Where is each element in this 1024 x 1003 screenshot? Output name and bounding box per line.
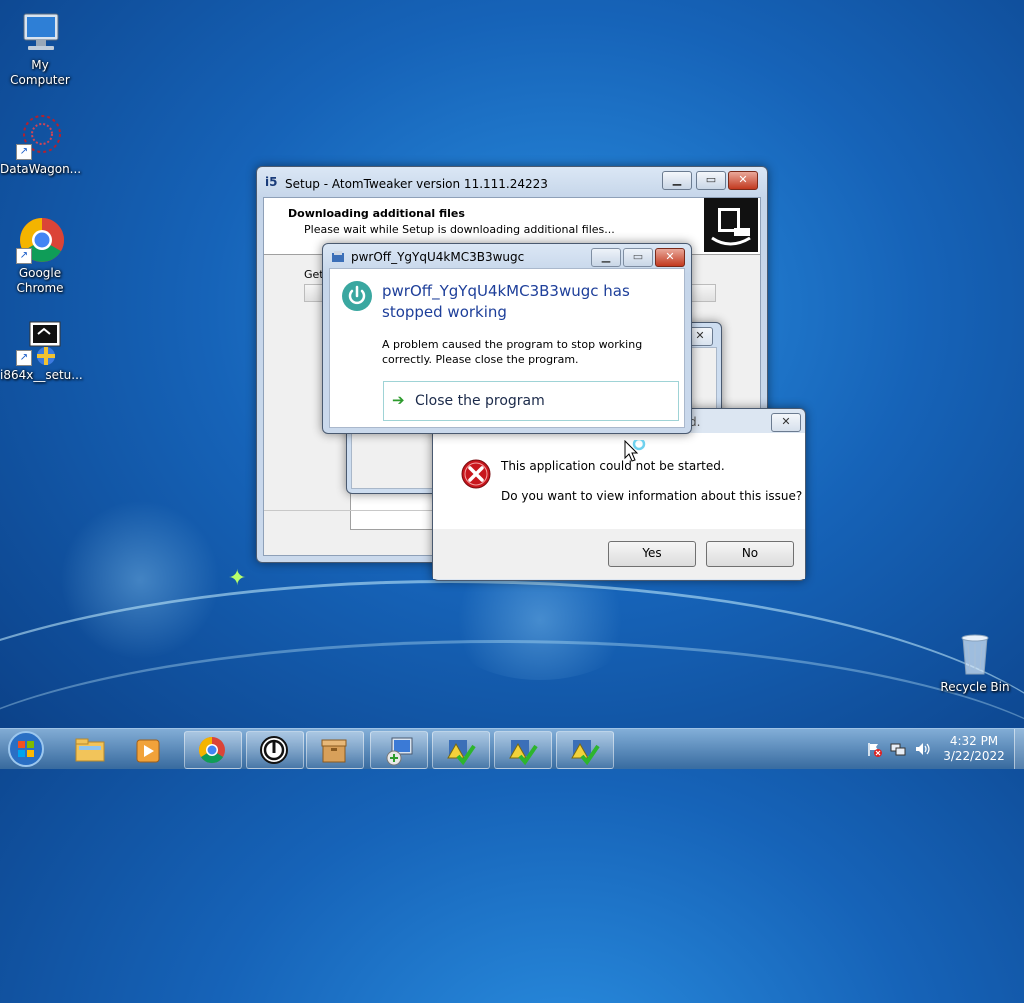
taskbar-archive-app[interactable] [306, 731, 364, 769]
taskbar: 4:32 PM 3/22/2022 [0, 728, 1024, 769]
setup-app-icon: i5 [265, 175, 278, 189]
minimize-button[interactable]: ▁ [662, 171, 692, 190]
warning-check-icon [570, 736, 600, 766]
power-icon [342, 281, 372, 311]
clock-time: 4:32 PM [949, 734, 999, 748]
installer-icon [384, 736, 414, 766]
start-button[interactable] [4, 730, 48, 768]
error-icon [461, 459, 491, 489]
datawagon-icon: ↗ [16, 112, 64, 160]
error-line-2: Do you want to view information about th… [501, 489, 803, 503]
power-button-icon [260, 736, 288, 764]
minimize-icon: ▁ [672, 173, 682, 186]
close-button[interactable]: ✕ [655, 248, 685, 267]
desktop-icon-label: DataWagon... [0, 162, 82, 176]
taskbar-chrome[interactable] [184, 731, 242, 769]
taskbar-power-app[interactable] [246, 731, 304, 769]
warning-check-icon [446, 736, 476, 766]
minimize-button[interactable]: ▁ [591, 248, 621, 267]
status-label: Get [304, 268, 324, 281]
warning-check-icon [508, 736, 538, 766]
minimize-icon: ▁ [601, 250, 611, 263]
maximize-button[interactable]: ▭ [623, 248, 653, 267]
close-icon: ✕ [695, 329, 705, 342]
wallpaper-leaf: ✦ [228, 566, 247, 591]
desktop-icon-recycle-bin[interactable]: Recycle Bin [935, 630, 1015, 695]
taskbar-explorer[interactable] [62, 731, 120, 769]
shortcut-arrow-icon: ↗ [16, 248, 32, 264]
installer-icon: ↗ [16, 318, 64, 366]
close-icon: ✕ [738, 173, 748, 186]
recycle-bin-icon [951, 630, 999, 678]
shortcut-arrow-icon: ↗ [16, 144, 32, 160]
crash-dialog: pwrOff_YgYqU4kMC3B3wugc ▁ ▭ ✕ pwrOff_YgY… [322, 243, 692, 434]
desktop-icon-datawagon[interactable]: ↗ DataWagon... [0, 112, 82, 177]
error-line-1: This application could not be started. [501, 459, 725, 473]
crash-dialog-body: pwrOff_YgYqU4kMC3B3wugc has stopped work… [329, 268, 685, 428]
media-player-icon [135, 738, 161, 764]
network-icon[interactable] [890, 741, 906, 757]
folder-icon [75, 738, 105, 762]
system-tray: 4:32 PM 3/22/2022 [866, 729, 1016, 769]
clock-date: 3/22/2022 [943, 749, 1005, 763]
clock[interactable]: 4:32 PM 3/22/2022 [940, 734, 1008, 764]
chrome-icon [198, 736, 226, 764]
desktop-icon-my-computer[interactable]: My Computer [0, 8, 80, 88]
maximize-button[interactable]: ▭ [696, 171, 726, 190]
desktop-icon-label: Google Chrome [16, 266, 64, 295]
close-icon: ✕ [665, 250, 675, 263]
taskbar-installer[interactable] [370, 731, 428, 769]
shortcut-arrow-icon: ↗ [16, 350, 32, 366]
crash-message: A problem caused the program to stop wor… [382, 338, 643, 366]
crash-headline: pwrOff_YgYqU4kMC3B3wugc has stopped work… [382, 282, 630, 321]
volume-icon[interactable] [914, 741, 932, 757]
desktop-icon-google-chrome[interactable]: ↗ Google Chrome [0, 216, 80, 296]
chrome-icon: ↗ [16, 216, 64, 264]
green-arrow-icon: ➔ [392, 391, 405, 409]
show-desktop-button[interactable] [1014, 729, 1024, 769]
app-icon [331, 250, 345, 264]
close-program-option[interactable]: ➔ Close the program [383, 381, 679, 421]
desktop-icon-label: Recycle Bin [940, 680, 1010, 694]
maximize-icon: ▭ [632, 250, 644, 263]
page-subheading: Please wait while Setup is downloading a… [304, 223, 615, 236]
taskbar-app-3[interactable] [556, 731, 614, 769]
page-heading: Downloading additional files [288, 207, 465, 220]
action-center-flag-icon[interactable] [866, 741, 882, 757]
archive-box-icon [320, 736, 348, 764]
close-icon: ✕ [781, 415, 791, 428]
yes-button[interactable]: Yes [608, 541, 696, 567]
close-button[interactable]: ✕ [728, 171, 758, 190]
maximize-icon: ▭ [705, 173, 717, 186]
desktop-icon-label: i864x__setu... [0, 368, 83, 382]
window-title: Setup - AtomTweaker version 11.111.24223 [285, 177, 548, 191]
setup-logo-icon [704, 198, 758, 252]
taskbar-media-player[interactable] [120, 731, 178, 769]
no-button[interactable]: No [706, 541, 794, 567]
desktop-icon-setup-file[interactable]: ↗ i864x__setu... [0, 318, 83, 383]
busy-cursor-icon [624, 437, 654, 466]
desktop-icon-label: My Computer [10, 58, 70, 87]
close-button[interactable]: ✕ [771, 413, 801, 432]
error-message-area: This application could not be started. D… [433, 433, 805, 529]
taskbar-app-2[interactable] [494, 731, 552, 769]
computer-icon [16, 8, 64, 56]
close-program-label: Close the program [415, 393, 545, 409]
window-title: pwrOff_YgYqU4kMC3B3wugc [351, 250, 525, 264]
taskbar-app-1[interactable] [432, 731, 490, 769]
